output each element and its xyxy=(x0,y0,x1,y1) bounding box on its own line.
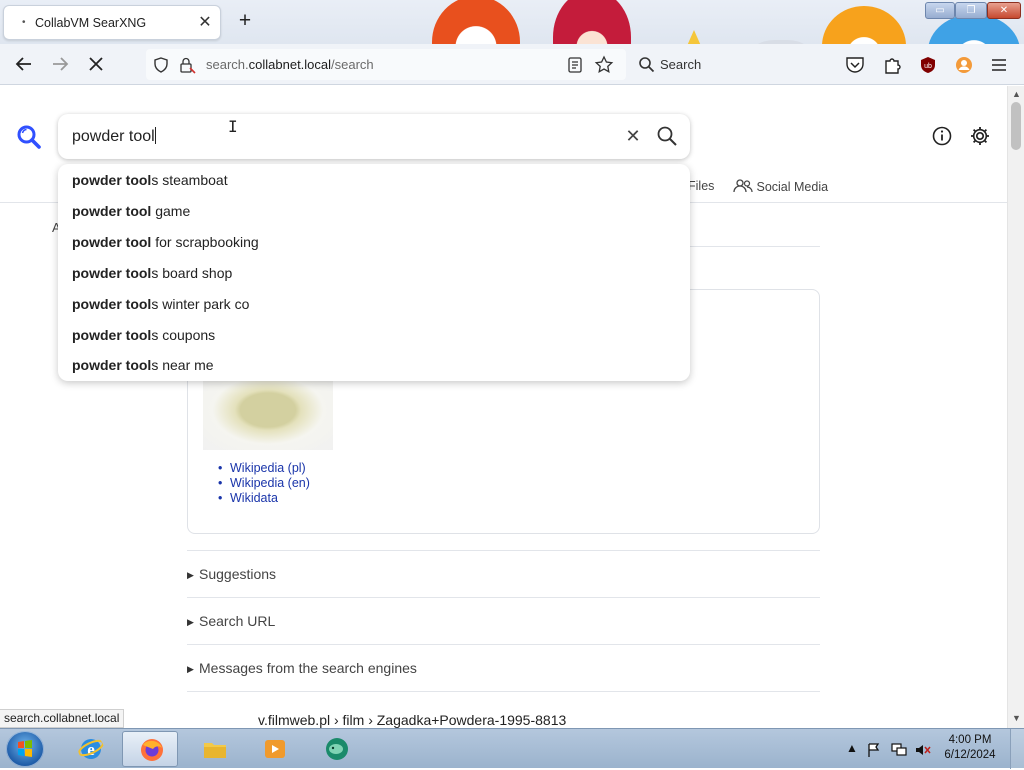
autocomplete-item[interactable]: powder tool game xyxy=(72,203,190,225)
window-restore-button[interactable]: ❐ xyxy=(955,2,987,19)
scroll-down-icon[interactable]: ▼ xyxy=(1012,713,1021,723)
page-scrollbar[interactable]: ▲ ▼ xyxy=(1007,86,1024,728)
folder-icon xyxy=(204,743,226,758)
clock-time: 4:00 PM xyxy=(948,734,992,746)
taskbar-media-player[interactable] xyxy=(246,731,302,767)
action-center-flag-icon[interactable] xyxy=(866,742,882,758)
browser-tab[interactable]: • CollabVM SearXNG ✕ xyxy=(3,5,221,40)
search-input[interactable]: powder tool ✕ xyxy=(58,114,690,159)
svg-text:ub: ub xyxy=(924,63,932,70)
triangle-right-icon: ▶ xyxy=(187,570,194,580)
stop-loading-button[interactable] xyxy=(84,52,108,76)
info-icon[interactable] xyxy=(930,124,954,148)
network-icon[interactable] xyxy=(890,742,908,758)
hamburger-menu-icon[interactable] xyxy=(990,56,1008,74)
tab-loading-dot-icon: • xyxy=(22,17,26,28)
infobox-link-wikidata[interactable]: Wikidata xyxy=(218,491,310,506)
tab-title: CollabVM SearXNG xyxy=(35,16,147,30)
expander-label: Messages from the search engines xyxy=(199,660,417,676)
scrollbar-thumb[interactable] xyxy=(1011,102,1021,150)
autocomplete-item[interactable]: powder tools winter park co xyxy=(72,296,249,318)
search-submit-icon[interactable] xyxy=(656,125,678,147)
navigation-toolbar: search.collabnet.local/search Search ub xyxy=(0,44,1024,85)
people-icon xyxy=(733,179,753,193)
fish-app-icon xyxy=(326,738,348,760)
ibeam-cursor-icon: I xyxy=(228,117,238,136)
window-minimize-button[interactable]: ▭ xyxy=(925,2,955,19)
pocket-icon[interactable] xyxy=(845,56,865,74)
autocomplete-item[interactable]: powder tools coupons xyxy=(72,327,215,349)
internet-explorer-icon: e xyxy=(78,739,104,759)
start-button[interactable] xyxy=(6,731,44,767)
new-tab-button[interactable]: + xyxy=(234,10,256,32)
clear-search-icon[interactable]: ✕ xyxy=(622,125,644,147)
arrow-right-icon xyxy=(53,57,69,71)
windows-taskbar: e ▲ 4:00 PM 6/12/2024 xyxy=(0,728,1024,769)
taskbar-internet-explorer[interactable]: e xyxy=(62,731,118,767)
triangle-right-icon: ▶ xyxy=(187,617,194,627)
address-bar-url[interactable]: search.collabnet.local/search xyxy=(206,57,374,72)
link-status-bar: search.collabnet.local xyxy=(0,709,125,728)
search-query-text[interactable]: powder tool xyxy=(72,128,155,145)
tab-social-media-label: Social Media xyxy=(756,180,829,194)
search-url-expander[interactable]: ▶ Search URL xyxy=(187,597,820,644)
magnifier-icon xyxy=(639,57,655,73)
taskbar-firefox[interactable] xyxy=(122,731,178,767)
media-player-icon xyxy=(265,740,285,758)
clock-date: 6/12/2024 xyxy=(944,749,996,761)
decorative-mascot xyxy=(432,0,520,44)
autocomplete-item[interactable]: powder tools steamboat xyxy=(72,172,228,194)
infobox-links: Wikipedia (pl) Wikipedia (en) Wikidata xyxy=(218,461,310,506)
extensions-puzzle-icon[interactable] xyxy=(882,55,902,75)
decorative-mascot xyxy=(672,30,716,44)
shield-icon[interactable] xyxy=(152,56,170,74)
forward-button[interactable] xyxy=(48,52,72,76)
reader-view-icon[interactable] xyxy=(566,56,584,74)
ublock-icon[interactable]: ub xyxy=(918,55,938,75)
tab-social-media[interactable]: Social Media xyxy=(733,179,828,194)
autocomplete-dropdown: powder tools steamboat powder tool game … xyxy=(58,164,690,381)
suggestions-expander[interactable]: ▶ Suggestions xyxy=(187,550,820,597)
infobox-link-wikipedia-pl[interactable]: Wikipedia (pl) xyxy=(218,461,310,476)
firefox-icon xyxy=(141,739,163,761)
expander-label: Suggestions xyxy=(199,566,277,582)
text-caret xyxy=(154,127,156,144)
gear-icon[interactable] xyxy=(968,124,992,148)
autocomplete-item[interactable]: powder tools board shop xyxy=(72,265,232,287)
searxng-logo-icon[interactable] xyxy=(16,124,42,150)
volume-muted-icon[interactable] xyxy=(914,742,932,758)
account-icon[interactable] xyxy=(954,55,974,75)
decorative-mascot xyxy=(822,6,906,44)
divider xyxy=(187,691,820,693)
window-close-button[interactable]: ✕ xyxy=(987,2,1021,19)
triangle-right-icon: ▶ xyxy=(187,664,194,674)
autocomplete-item[interactable]: powder tool for scrapbooking xyxy=(72,234,259,256)
show-hidden-icons-icon[interactable]: ▲ xyxy=(846,741,858,755)
show-desktop-button[interactable] xyxy=(1010,729,1024,769)
browser-search-label: Search xyxy=(660,57,702,72)
bookmark-star-icon[interactable] xyxy=(594,55,614,75)
divider xyxy=(688,246,820,247)
back-button[interactable] xyxy=(12,52,36,76)
taskbar-clock[interactable]: 4:00 PM 6/12/2024 xyxy=(938,733,1002,763)
expander-label: Search URL xyxy=(199,613,276,629)
lock-warning-icon[interactable] xyxy=(178,56,196,74)
scroll-up-icon[interactable]: ▲ xyxy=(1012,89,1021,99)
windows-logo-icon xyxy=(18,740,32,757)
tab-bar: • CollabVM SearXNG ✕ + ▭ ❐ ✕ xyxy=(0,0,1024,44)
browser-search-box[interactable]: Search xyxy=(632,49,772,80)
autocomplete-item[interactable]: powder tools near me xyxy=(72,357,214,379)
address-bar[interactable]: search.collabnet.local/search xyxy=(146,49,626,80)
tab-files[interactable]: Files xyxy=(688,179,714,193)
infobox-link-wikipedia-en[interactable]: Wikipedia (en) xyxy=(218,476,310,491)
arrow-left-icon xyxy=(15,57,31,71)
engine-messages-expander[interactable]: ▶ Messages from the search engines xyxy=(187,644,820,691)
decorative-mascot xyxy=(553,0,631,44)
infobox-image[interactable] xyxy=(203,370,333,450)
close-tab-icon[interactable]: ✕ xyxy=(196,14,214,32)
taskbar-file-explorer[interactable] xyxy=(186,731,242,767)
result-url-breadcrumb[interactable]: v.filmweb.pl › film › Zagadka+Powdera-19… xyxy=(258,712,566,728)
stop-x-icon xyxy=(89,57,103,71)
taskbar-app[interactable] xyxy=(308,731,364,767)
